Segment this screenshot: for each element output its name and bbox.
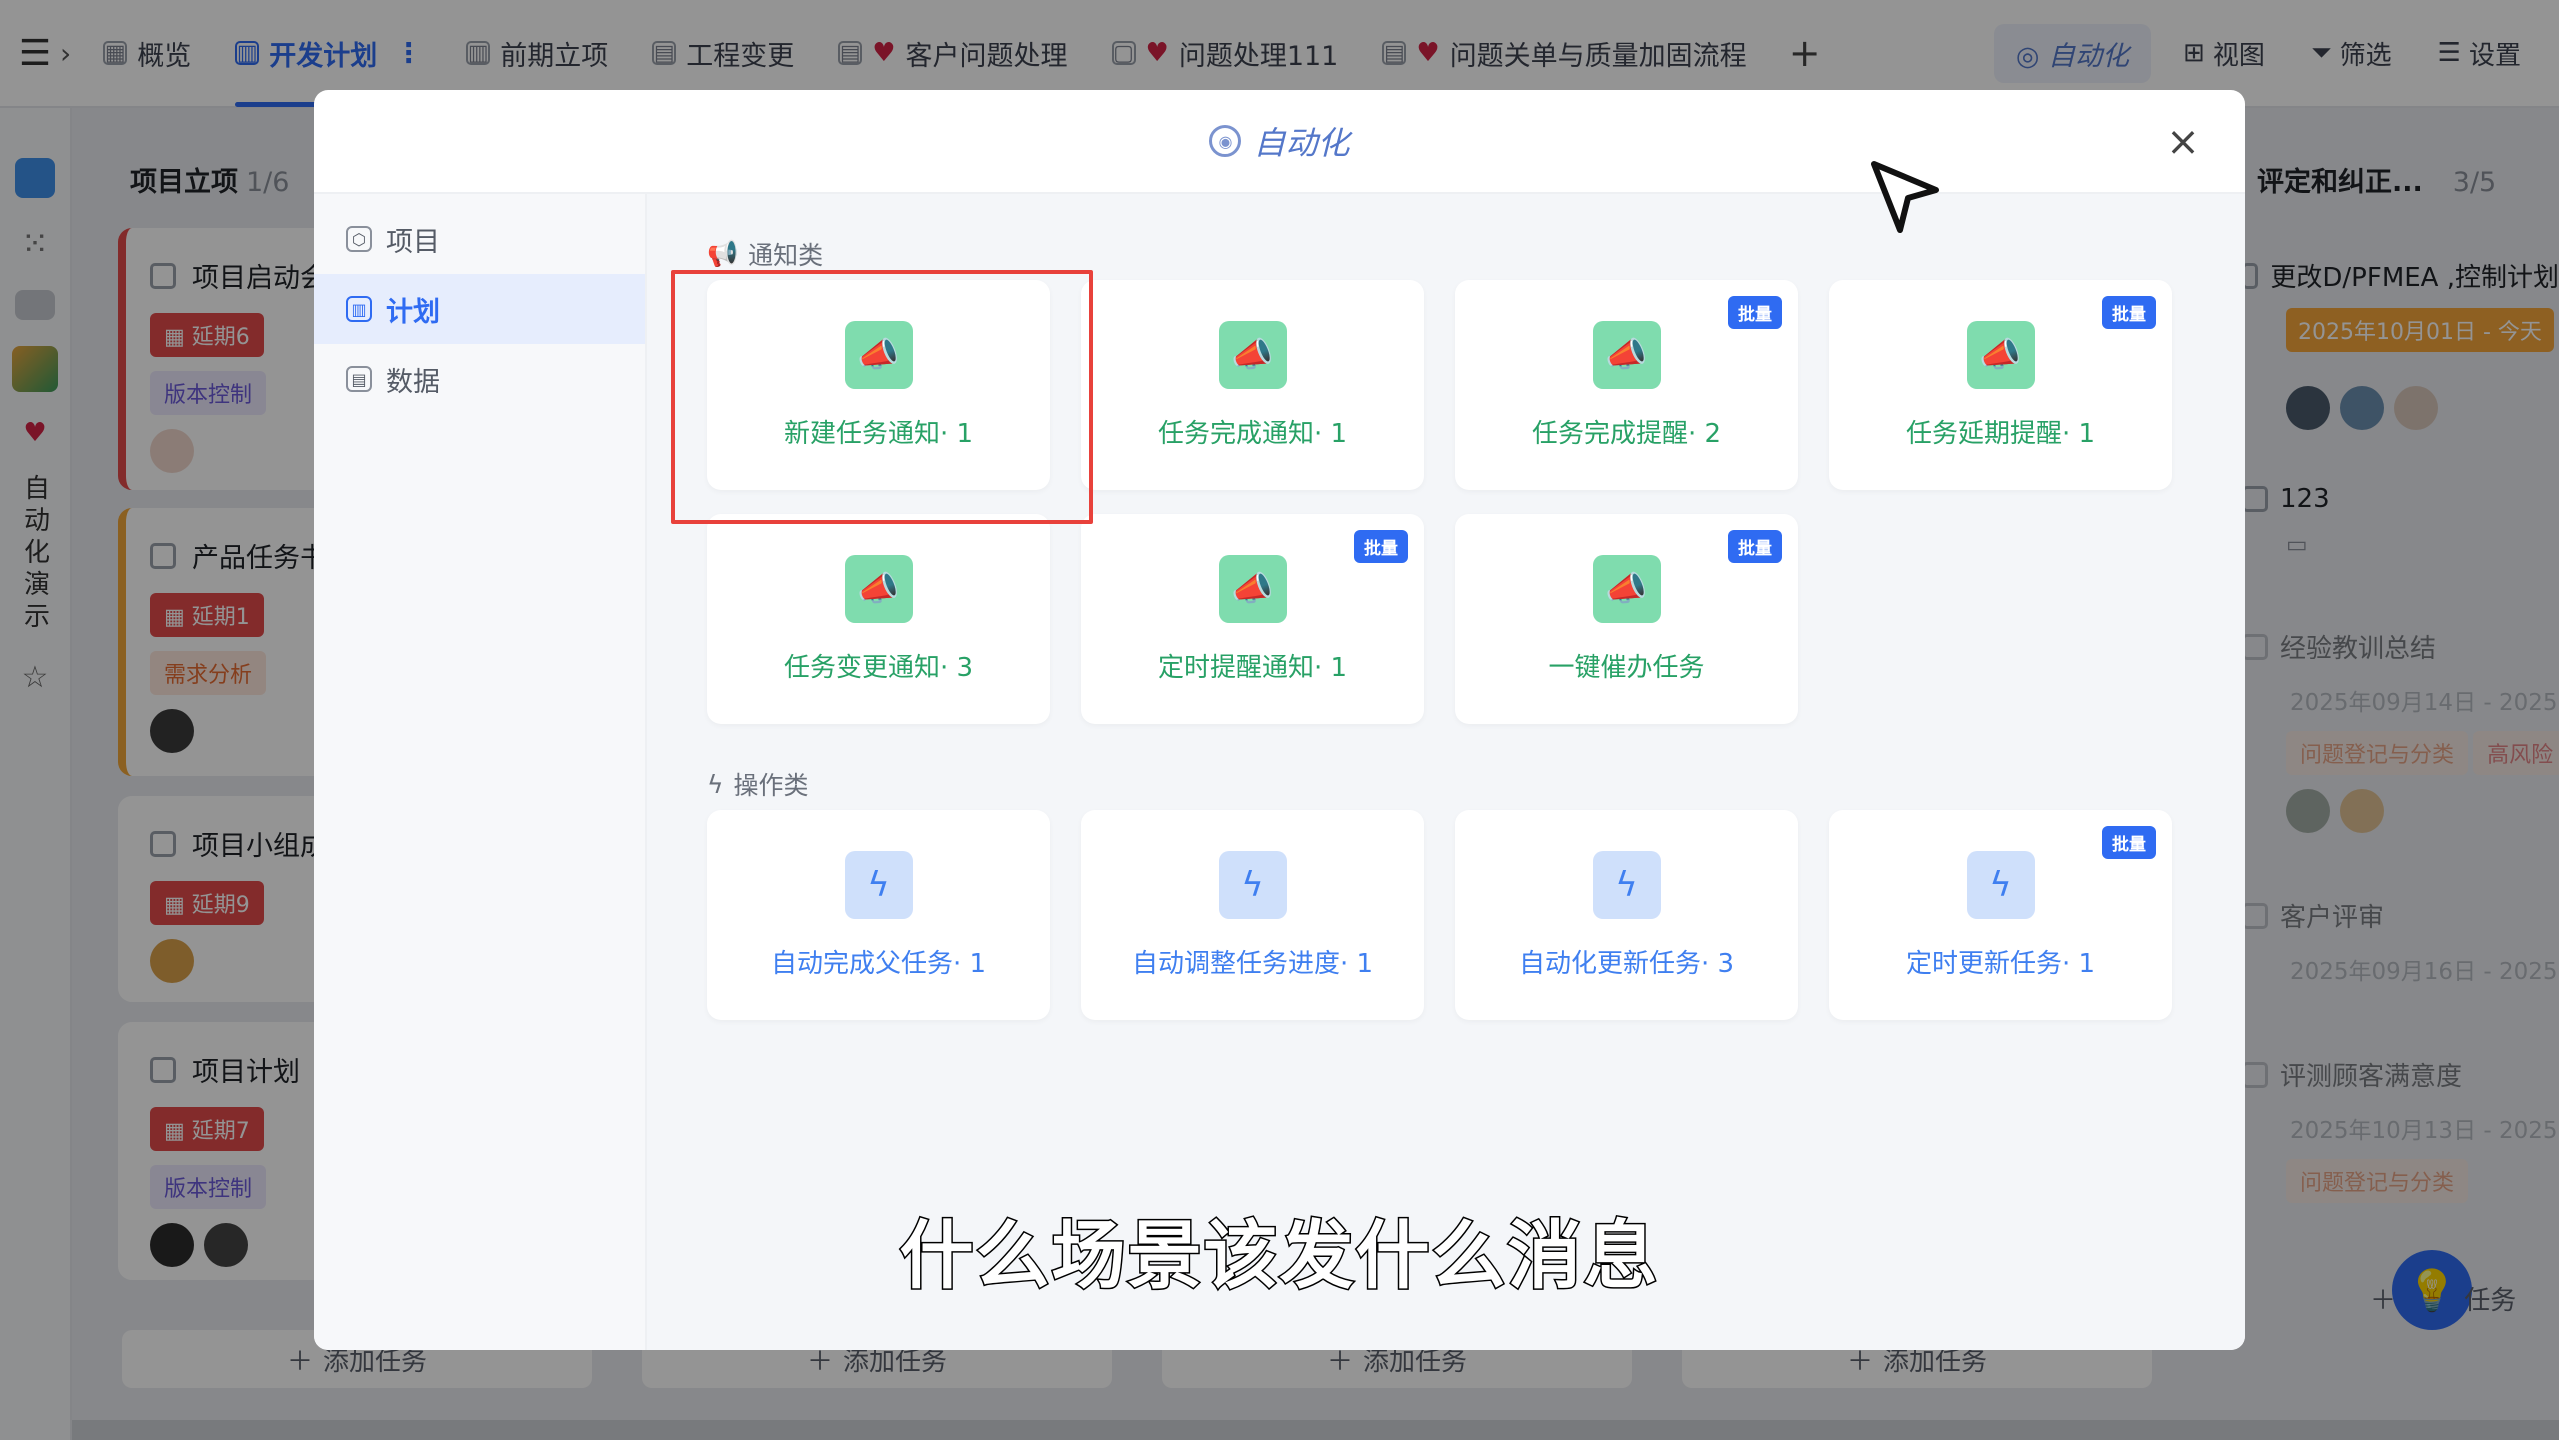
automation-card-task-complete-notify[interactable]: 📣 任务完成通知· 1 (1081, 280, 1424, 490)
automation-card-scheduled-update[interactable]: 批量 ϟ 定时更新任务· 1 (1829, 810, 2172, 1020)
batch-badge: 批量 (1728, 530, 1782, 563)
automation-card-auto-adjust-progress[interactable]: ϟ 自动调整任务进度· 1 (1081, 810, 1424, 1020)
card-label: 定时更新任务· 1 (1905, 948, 2096, 979)
batch-badge: 批量 (1354, 530, 1408, 563)
cube-icon: ⬡ (346, 226, 372, 252)
notify-card-grid: 📣 新建任务通知· 1 📣 任务完成通知· 1 批量 📣 任务完成提醒· 2 批量 📣 任务… (707, 280, 2175, 724)
automation-card-auto-update-task[interactable]: ϟ 自动化更新任务· 3 (1455, 810, 1798, 1020)
lightning-icon: ϟ (707, 769, 724, 799)
megaphone-icon: 📣 (1218, 320, 1287, 389)
card-label: 自动完成父任务· 1 (770, 948, 987, 979)
dialog-title-text: 自动化 (1253, 124, 1350, 162)
automation-card-task-complete-reminder[interactable]: 批量 📣 任务完成提醒· 2 (1455, 280, 1798, 490)
card-label: 自动调整任务进度· 1 (1131, 948, 1374, 979)
lightning-icon: ϟ (1218, 850, 1287, 919)
lightning-icon: ϟ (1966, 850, 2035, 919)
video-subtitle: 什么场景该发什么消息 (898, 1212, 1660, 1301)
card-label: 任务延期提醒· 1 (1905, 418, 2096, 449)
card-label: 任务完成通知· 1 (1157, 418, 1348, 449)
automation-card-task-delay-reminder[interactable]: 批量 📣 任务延期提醒· 1 (1829, 280, 2172, 490)
close-icon[interactable]: × (2161, 119, 2205, 165)
automation-card-auto-complete-parent[interactable]: ϟ 自动完成父任务· 1 (707, 810, 1050, 1020)
automation-card-new-task-notify[interactable]: 📣 新建任务通知· 1 (707, 280, 1050, 490)
megaphone-icon: 📣 (1966, 320, 2035, 389)
lightning-icon: ϟ (844, 850, 913, 919)
board-icon: ▥ (346, 296, 372, 322)
card-label: 一键催办任务 (1548, 652, 1705, 683)
sidebar-item-label: 项目 (386, 226, 440, 258)
batch-badge: 批量 (2102, 296, 2156, 329)
section-title-notify: 📢 通知类 (707, 234, 2175, 274)
megaphone-icon: 📣 (1218, 554, 1287, 623)
dialog-header: ◉ 自动化 × (314, 90, 2245, 194)
megaphone-icon: 📣 (1592, 554, 1661, 623)
automation-icon: ◉ (1209, 125, 1242, 157)
automation-card-one-click-urge[interactable]: 批量 📣 一键催办任务 (1455, 514, 1798, 724)
sidebar-item-label: 计划 (386, 296, 440, 328)
automation-card-task-change-notify[interactable]: 📣 任务变更通知· 3 (707, 514, 1050, 724)
automation-dialog: ◉ 自动化 × ⬡ 项目 ▥ 计划 ▤ 数据 📢 通知类 📣 新建任务通知· 1 📣 任务完… (314, 90, 2245, 1350)
card-label: 自动化更新任务· 3 (1518, 948, 1735, 979)
card-label: 新建任务通知· 1 (783, 418, 974, 449)
dialog-sidebar: ⬡ 项目 ▥ 计划 ▤ 数据 (314, 194, 647, 1350)
batch-badge: 批量 (1728, 296, 1782, 329)
action-card-grid: ϟ 自动完成父任务· 1 ϟ 自动调整任务进度· 1 ϟ 自动化更新任务· 3 批量 ϟ… (707, 810, 2175, 1020)
card-label: 任务完成提醒· 2 (1531, 418, 1722, 449)
card-label: 定时提醒通知· 1 (1157, 652, 1348, 683)
sidebar-item-plan[interactable]: ▥ 计划 (314, 274, 645, 344)
sidebar-item-project[interactable]: ⬡ 项目 (314, 204, 645, 274)
sidebar-item-data[interactable]: ▤ 数据 (314, 344, 645, 414)
section-title-action: ϟ 操作类 (707, 764, 2175, 804)
section-label: 操作类 (733, 771, 809, 800)
card-label: 任务变更通知· 3 (783, 652, 974, 683)
section-label: 通知类 (748, 241, 824, 270)
batch-badge: 批量 (2102, 826, 2156, 859)
sidebar-item-label: 数据 (386, 366, 440, 398)
lightning-icon: ϟ (1592, 850, 1661, 919)
dialog-title: ◉ 自动化 (1209, 118, 1350, 164)
cursor-icon (1871, 161, 1939, 233)
automation-card-scheduled-reminder[interactable]: 批量 📣 定时提醒通知· 1 (1081, 514, 1424, 724)
file-icon: ▤ (346, 366, 372, 392)
megaphone-icon: 📣 (844, 554, 913, 623)
dialog-content: 📢 通知类 📣 新建任务通知· 1 📣 任务完成通知· 1 批量 📣 任务完成提醒· 2 … (647, 194, 2245, 1350)
megaphone-icon: 📣 (844, 320, 913, 389)
megaphone-icon: 📢 (707, 239, 739, 268)
megaphone-icon: 📣 (1592, 320, 1661, 389)
